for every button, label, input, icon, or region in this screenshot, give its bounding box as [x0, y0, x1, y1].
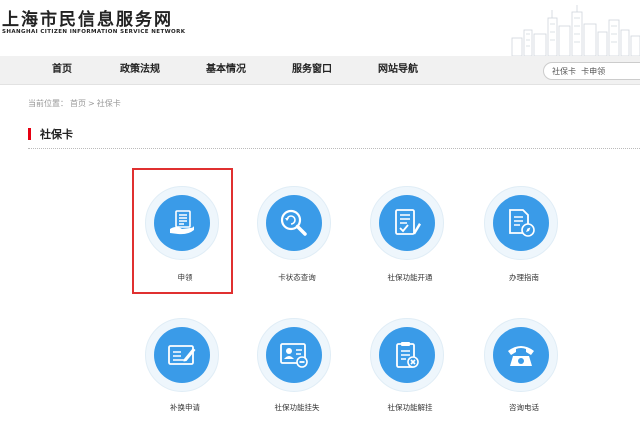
card-pen-icon: [168, 345, 196, 365]
nav-item-policies[interactable]: 政策法规: [120, 56, 160, 84]
tile-ring: [145, 318, 219, 392]
tile-circle: [379, 327, 435, 383]
service-tile-card-status[interactable]: 卡状态查询: [257, 186, 331, 286]
service-tile-activate[interactable]: 社保功能开通: [370, 186, 444, 286]
tile-circle: [266, 195, 322, 251]
breadcrumb-separator: >: [88, 99, 95, 108]
tile-circle: [379, 195, 435, 251]
tile-label: 咨询电话: [509, 403, 539, 412]
tile-label: 社保功能开通: [387, 273, 433, 282]
tile-circle: [266, 327, 322, 383]
id-card-minus-icon: [280, 343, 308, 368]
service-tile-unfreeze[interactable]: 社保功能解挂: [370, 318, 444, 418]
search-refresh-icon: [280, 209, 307, 236]
checklist-pen-icon: [395, 209, 421, 235]
clipboard-cancel-icon: [396, 342, 419, 368]
city-skyline-icon: [511, 5, 640, 56]
nav-item-home[interactable]: 首页: [52, 56, 72, 84]
tile-label: 办理指南: [509, 273, 539, 282]
tile-ring: [484, 186, 558, 260]
service-tile-replace[interactable]: 补换申请: [145, 318, 219, 418]
section-title: 社保卡: [40, 128, 73, 141]
tile-ring: [257, 186, 331, 260]
breadcrumb-current: 社保卡: [96, 99, 121, 108]
service-tile-report-loss[interactable]: 社保功能挂失: [257, 318, 331, 418]
site-header: 上海市民信息服务网 SHANGHAI CITIZEN INFORMATION S…: [0, 0, 640, 56]
document-compass-icon: [509, 209, 535, 237]
site-title[interactable]: 上海市民信息服务网: [2, 5, 173, 30]
search-box[interactable]: [543, 62, 640, 80]
service-tile-guide[interactable]: 办理指南: [484, 186, 558, 286]
breadcrumb-prefix: 当前位置：: [28, 99, 68, 108]
search-input[interactable]: [552, 63, 640, 79]
tile-circle: [493, 195, 549, 251]
service-tile-hotline[interactable]: 咨询电话: [484, 318, 558, 418]
breadcrumb: 当前位置： 首页 > 社保卡: [28, 98, 123, 109]
tile-ring: [370, 318, 444, 392]
nav-item-overview[interactable]: 基本情况: [206, 56, 246, 84]
selection-highlight: [132, 168, 233, 294]
section-marker: [28, 128, 31, 140]
nav-item-service-window[interactable]: 服务窗口: [292, 56, 332, 84]
section-divider: [28, 148, 640, 149]
tile-ring: [257, 318, 331, 392]
tile-ring: [370, 186, 444, 260]
telephone-icon: [508, 346, 534, 366]
breadcrumb-home[interactable]: 首页: [70, 99, 86, 108]
tile-label: 卡状态查询: [278, 273, 316, 282]
nav-item-site-map[interactable]: 网站导航: [378, 56, 418, 84]
tile-label: 社保功能挂失: [274, 403, 320, 412]
tile-ring: [484, 318, 558, 392]
site-subtitle: SHANGHAI CITIZEN INFORMATION SERVICE NET…: [2, 29, 186, 35]
tile-circle: [493, 327, 549, 383]
tile-label: 社保功能解挂: [387, 403, 433, 412]
tile-label: 补换申请: [170, 403, 200, 412]
tile-circle: [154, 327, 210, 383]
